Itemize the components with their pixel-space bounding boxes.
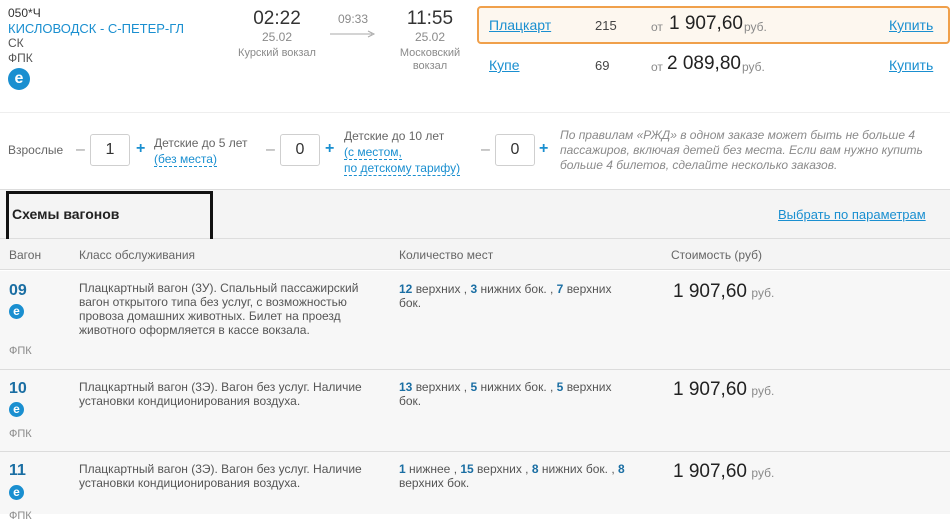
eticket-icon: e — [8, 68, 30, 90]
train-route-suffix: СК — [8, 36, 24, 50]
adults-count-input[interactable]: 1 — [90, 134, 130, 166]
kids5-plus-button[interactable]: + — [325, 140, 334, 158]
car-seats: 12 верхних , 3 нижних бок. , 7 верхних б… — [399, 282, 612, 310]
fare-currency: руб. — [742, 60, 765, 74]
travel-time: 09:33 — [330, 12, 376, 44]
car-carrier: ФПК — [9, 345, 32, 357]
travel-duration: 09:33 — [337, 12, 369, 26]
train-number: 050*Ч — [8, 6, 41, 20]
kids10-count-input[interactable]: 0 — [495, 134, 535, 166]
adults-label: Взрослые — [8, 143, 64, 157]
departure-date: 25.02 — [261, 30, 293, 44]
train-info: 050*Ч КИСЛОВОДСК - С-ПЕТЕР-ГЛ СК ФПК e — [8, 6, 208, 90]
eticket-icon: e — [9, 485, 24, 500]
car-row[interactable]: 10 e ФПК Плацкартный вагон (3Э). Вагон б… — [0, 369, 950, 451]
adults-plus-button[interactable]: + — [136, 140, 145, 158]
car-price: 1 907,60 руб. — [673, 379, 775, 400]
eticket-icon: e — [9, 402, 24, 417]
departure-block: 02:22 25.02 Курский вокзал — [232, 8, 322, 59]
adults-minus-button[interactable]: – — [76, 141, 85, 159]
eticket-icon: e — [9, 304, 24, 319]
car-carrier: ФПК — [9, 510, 32, 522]
train-carrier: ФПК — [8, 51, 33, 65]
fare-price: 2 089,80 — [667, 53, 741, 74]
kids5-minus-button[interactable]: – — [266, 141, 275, 159]
car-number: 09 — [9, 282, 27, 299]
arrival-station: Московский вокзал — [399, 47, 461, 72]
passenger-rules-note: По правилам «РЖД» в одном заказе может б… — [560, 128, 923, 172]
arrow-right-icon — [330, 30, 376, 38]
car-carrier: ФПК — [9, 428, 32, 440]
passenger-selector: Взрослые – 1 + Детские до 5 лет (без мес… — [0, 112, 950, 188]
fare-class-link[interactable]: Плацкарт — [489, 17, 551, 33]
col-car: Вагон — [9, 248, 42, 262]
car-description: Плацкартный вагон (3Э). Вагон без услуг.… — [79, 380, 362, 408]
car-description: Плацкартный вагон (3Э). Вагон без услуг.… — [79, 462, 362, 490]
fare-seats: 69 — [595, 58, 610, 73]
kids10-minus-button[interactable]: – — [481, 141, 490, 159]
arrival-date: 25.02 — [414, 30, 446, 44]
car-price: 1 907,60 руб. — [673, 461, 775, 482]
cars-table-header: Вагон Класс обслуживания Количество мест… — [0, 239, 950, 270]
car-description: Плацкартный вагон (3У). Спальный пассажи… — [79, 281, 359, 337]
fare-from: от — [651, 60, 663, 74]
selection-outline — [6, 191, 213, 244]
kids10-plus-button[interactable]: + — [539, 140, 548, 158]
fare-row-platzkart[interactable]: Плацкарт 215 от 1 907,60 руб. Купить — [477, 6, 950, 44]
fare-row-kupe[interactable]: Купе 69 от 2 089,80 руб. Купить — [477, 48, 950, 82]
fare-class-link[interactable]: Купе — [489, 57, 520, 73]
train-route-link[interactable]: КИСЛОВОДСК - С-ПЕТЕР-ГЛ — [8, 21, 208, 36]
kids10-label: Детские до 10 лет (с местом, по детскому… — [344, 129, 461, 176]
filter-by-params-link[interactable]: Выбрать по параметрам — [778, 207, 926, 222]
arrival-block: 11:55 25.02 Московский вокзал — [385, 8, 475, 73]
fare-seats: 215 — [595, 18, 617, 33]
car-seats: 1 нижнее , 15 верхних , 8 нижних бок. , … — [399, 462, 625, 490]
kids5-label: Детские до 5 лет (без места) — [154, 136, 248, 167]
fare-from: от — [651, 20, 663, 34]
col-class: Класс обслуживания — [79, 248, 196, 262]
departure-time: 02:22 — [253, 8, 301, 29]
car-row[interactable]: 09 e ФПК Плацкартный вагон (3У). Спальны… — [0, 271, 950, 369]
kids10-tariff-link[interactable]: по детскому тарифу) — [344, 161, 461, 176]
fare-price: 1 907,60 — [669, 13, 743, 34]
buy-button[interactable]: Купить — [889, 17, 933, 33]
buy-button[interactable]: Купить — [889, 57, 933, 73]
departure-station: Курский вокзал — [238, 47, 316, 59]
arrival-time: 11:55 — [406, 8, 454, 29]
col-cost: Стоимость (руб) — [671, 248, 762, 262]
car-seats: 13 верхних , 5 нижних бок. , 5 верхних б… — [399, 380, 612, 408]
fare-currency: руб. — [744, 20, 767, 34]
kids5-info-link[interactable]: (без места) — [154, 152, 217, 167]
car-number: 10 — [9, 380, 27, 397]
kids5-count-input[interactable]: 0 — [280, 134, 320, 166]
car-number: 11 — [9, 462, 26, 479]
car-row[interactable]: 11 e ФПК Плацкартный вагон (3Э). Вагон б… — [0, 451, 950, 522]
car-price: 1 907,60 руб. — [673, 281, 775, 302]
kids10-info-link[interactable]: (с местом, — [344, 145, 402, 160]
col-seats: Количество мест — [399, 248, 494, 262]
